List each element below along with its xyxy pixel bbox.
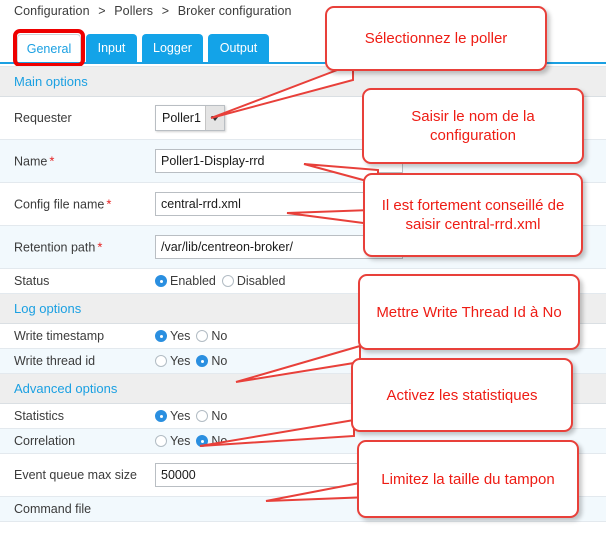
status-radio-enabled[interactable]: Enabled bbox=[155, 274, 216, 288]
radio-label: Yes bbox=[170, 354, 191, 368]
label-status: Status bbox=[14, 274, 50, 288]
required-marker: * bbox=[49, 153, 55, 169]
write-timestamp-radio-yes[interactable]: Yes bbox=[155, 329, 190, 343]
callout-tail-recommend-central-rrd bbox=[283, 198, 373, 232]
radio-dot-icon bbox=[196, 330, 209, 342]
radio-label: Yes bbox=[170, 434, 191, 448]
callout-enable-statistics: Activez les statistiques bbox=[351, 358, 573, 432]
callout-enter-config-name: Saisir le nom de la configuration bbox=[362, 88, 584, 164]
radio-dot-icon bbox=[155, 410, 167, 422]
label-retention-path: Retention path * bbox=[14, 239, 103, 255]
callout-recommend-central-rrd: Il est fortement conseillé de saisir cen… bbox=[363, 173, 583, 257]
correlation-radio-yes[interactable]: Yes bbox=[155, 434, 190, 448]
breadcrumb: Configuration > Pollers > Broker configu… bbox=[14, 4, 292, 18]
breadcrumb-item-configuration[interactable]: Configuration bbox=[14, 4, 90, 18]
write-thread-id-radio-no[interactable]: No bbox=[196, 354, 227, 368]
radio-dot-icon bbox=[196, 355, 209, 367]
tab-input[interactable]: Input bbox=[86, 34, 137, 62]
radio-dot-icon bbox=[155, 355, 167, 367]
radio-dot-icon bbox=[221, 275, 234, 287]
tab-output[interactable]: Output bbox=[208, 34, 269, 62]
radio-dot-icon bbox=[155, 330, 167, 342]
tab-logger[interactable]: Logger bbox=[142, 34, 203, 62]
breadcrumb-item-pollers[interactable]: Pollers bbox=[114, 4, 153, 18]
callout-select-poller: Sélectionnez le poller bbox=[325, 6, 547, 71]
radio-label: Yes bbox=[170, 329, 191, 343]
breadcrumb-separator: > bbox=[98, 4, 106, 18]
radio-label: Yes bbox=[170, 409, 191, 423]
breadcrumb-separator: > bbox=[161, 4, 170, 18]
callout-tail-limit-buffer-size bbox=[262, 477, 372, 511]
required-marker: * bbox=[97, 239, 103, 255]
label-config-file-name: Config file name * bbox=[14, 196, 112, 212]
requester-selected-value: Poller1 bbox=[162, 111, 201, 125]
tab-general[interactable]: General bbox=[17, 34, 81, 62]
label-requester: Requester bbox=[14, 111, 72, 125]
label-event-queue-max-size: Event queue max size bbox=[14, 468, 137, 482]
radio-label: No bbox=[211, 354, 228, 368]
radio-label: Disabled bbox=[236, 274, 286, 288]
callout-tail-write-thread-id-no bbox=[232, 340, 362, 388]
radio-label: Enabled bbox=[170, 274, 216, 288]
label-command-file: Command file bbox=[14, 502, 92, 516]
write-thread-id-radio-yes[interactable]: Yes bbox=[155, 354, 190, 368]
radio-dot-icon bbox=[155, 275, 167, 287]
callout-write-thread-id-no: Mettre Write Thread Id à No bbox=[358, 274, 580, 350]
callout-limit-buffer-size: Limitez la taille du tampon bbox=[357, 440, 579, 518]
label-name: Name * bbox=[14, 153, 55, 169]
status-radio-disabled[interactable]: Disabled bbox=[221, 274, 286, 288]
label-statistics: Statistics bbox=[14, 409, 65, 423]
statistics-radio-yes[interactable]: Yes bbox=[155, 409, 190, 423]
required-marker: * bbox=[106, 196, 112, 212]
write-timestamp-radio-no[interactable]: No bbox=[196, 329, 227, 343]
label-write-thread-id: Write thread id bbox=[14, 354, 96, 368]
radio-dot-icon bbox=[155, 435, 167, 447]
label-write-timestamp: Write timestamp bbox=[14, 329, 105, 343]
radio-label: No bbox=[211, 329, 228, 343]
label-correlation: Correlation bbox=[14, 434, 76, 448]
breadcrumb-item-broker-configuration: Broker configuration bbox=[177, 4, 292, 18]
callout-tail-enable-statistics bbox=[196, 414, 356, 456]
